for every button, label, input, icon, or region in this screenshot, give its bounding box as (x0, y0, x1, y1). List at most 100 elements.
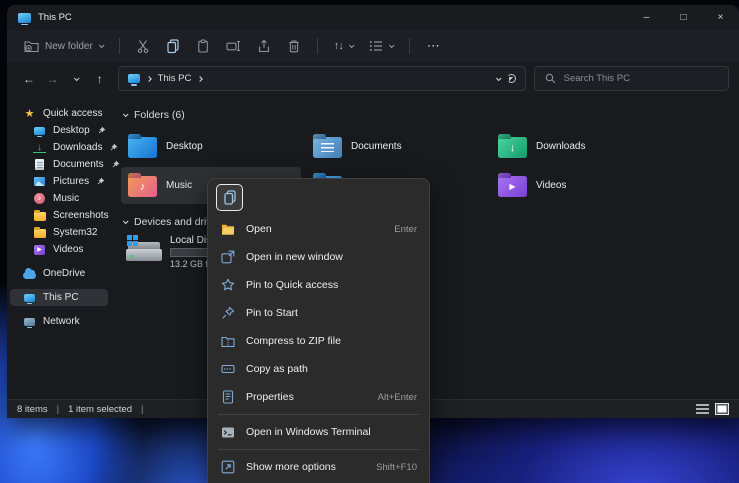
search-icon (545, 73, 556, 84)
sidebar-label: Network (43, 316, 80, 327)
download-icon: ↓ (33, 142, 46, 153)
menu-item-compress-to-zip[interactable]: Compress to ZIP file (208, 327, 429, 355)
up-button[interactable]: ↑ (88, 67, 112, 91)
toolbar-divider (409, 38, 410, 54)
sidebar-label: Screenshots (53, 210, 109, 221)
folder-desktop-icon (128, 137, 157, 158)
new-window-icon (220, 250, 235, 264)
recent-locations-button[interactable] (64, 67, 88, 91)
windows-logo-icon (127, 235, 138, 246)
paste-button[interactable] (189, 35, 217, 57)
folder-music-icon: ♪ (128, 176, 157, 197)
menu-shortcut: Shift+F10 (376, 462, 417, 473)
address-bar: ← → ↑ This PC Search This PC (7, 62, 739, 95)
sidebar-label: Documents (53, 159, 104, 170)
sidebar-item-screenshots[interactable]: Screenshots (10, 207, 108, 224)
copy-icon (223, 190, 237, 205)
this-pc-icon (128, 74, 140, 83)
copy-quick-button[interactable] (216, 184, 243, 211)
sort-icon: ↑↓ (334, 40, 343, 52)
pc-icon (23, 291, 36, 304)
sidebar-item-this-pc[interactable]: This PC (10, 289, 108, 306)
status-divider: | (57, 404, 59, 415)
refresh-icon[interactable] (507, 74, 516, 83)
command-bar: New folder ↑↓ ⋯ (7, 30, 739, 62)
see-more-button[interactable]: ⋯ (419, 38, 448, 54)
folder-videos-icon: ▶ (498, 176, 527, 197)
menu-item-pin-to-start[interactable]: Pin to Start (208, 299, 429, 327)
menu-label: Open (246, 223, 272, 235)
music-icon: ♪ (33, 192, 46, 205)
menu-shortcut: Alt+Enter (378, 392, 417, 403)
navigation-pane: ★ Quick access Desktop ↓ Downloads Docum… (7, 95, 111, 399)
copy-button[interactable] (159, 35, 187, 57)
section-title: Folders (6) (134, 109, 185, 121)
toolbar-divider (119, 38, 120, 54)
menu-separator (218, 449, 419, 450)
delete-button[interactable] (280, 35, 308, 57)
menu-item-show-more-options[interactable]: Show more options Shift+F10 (208, 453, 429, 481)
sort-button[interactable]: ↑↓ (327, 36, 360, 56)
pin-icon (97, 126, 106, 135)
share-button[interactable] (250, 35, 278, 57)
menu-item-properties[interactable]: Properties Alt+Enter (208, 383, 429, 411)
folders-section-header[interactable]: Folders (6) (121, 109, 739, 121)
sidebar-item-desktop[interactable]: Desktop (10, 122, 108, 139)
chevron-down-icon (389, 42, 395, 48)
view-switcher (696, 403, 729, 415)
folder-downloads-icon: ↓ (498, 137, 527, 158)
rename-icon (226, 39, 241, 53)
rename-button[interactable] (219, 35, 248, 57)
sidebar-item-onedrive[interactable]: OneDrive (10, 265, 108, 282)
address-box[interactable]: This PC (118, 66, 526, 91)
sidebar-label: Downloads (53, 142, 102, 153)
tile-documents[interactable]: Documents (306, 128, 486, 165)
new-folder-label: New folder (45, 41, 93, 52)
folder-documents-icon (313, 137, 342, 158)
chevron-down-icon (349, 42, 355, 48)
new-folder-button[interactable]: New folder (17, 35, 110, 57)
menu-item-open[interactable]: Open Enter (208, 215, 429, 243)
forward-button[interactable]: → (41, 67, 65, 91)
sidebar-item-videos[interactable]: ▶ Videos (10, 241, 108, 258)
paste-icon (196, 39, 210, 53)
status-divider: | (141, 404, 143, 415)
breadcrumb[interactable]: This PC (158, 73, 192, 84)
sidebar-item-system32[interactable]: System32 (10, 224, 108, 241)
sidebar-label: Videos (53, 244, 83, 255)
search-box[interactable]: Search This PC (534, 66, 729, 91)
maximize-button[interactable]: □ (665, 5, 702, 30)
sidebar-item-documents[interactable]: Documents (10, 156, 108, 173)
menu-item-copy-as-path[interactable]: Copy as path (208, 355, 429, 383)
minimize-button[interactable]: – (628, 5, 665, 30)
zip-icon (220, 335, 235, 348)
menu-item-open-in-new-window[interactable]: Open in new window (208, 243, 429, 271)
video-icon: ▶ (33, 243, 46, 256)
collapse-icon (123, 111, 129, 117)
sidebar-item-downloads[interactable]: ↓ Downloads (10, 139, 108, 156)
menu-label: Pin to Start (246, 307, 298, 319)
view-button[interactable] (362, 35, 400, 57)
sidebar-label: OneDrive (43, 268, 85, 279)
tile-videos[interactable]: ▶ Videos (491, 167, 671, 204)
close-button[interactable]: × (702, 5, 739, 30)
menu-label: Compress to ZIP file (246, 335, 341, 347)
desktop-screen: { "window": { "title": "This PC" }, "tit… (0, 0, 739, 483)
large-icons-view-icon[interactable] (715, 403, 729, 415)
trash-icon (287, 39, 301, 53)
menu-item-open-in-windows-terminal[interactable]: Open in Windows Terminal (208, 418, 429, 446)
tile-desktop[interactable]: Desktop (121, 128, 301, 165)
sidebar-label: Pictures (53, 176, 89, 187)
sidebar-item-network[interactable]: Network (10, 313, 108, 330)
sidebar-item-quick-access[interactable]: ★ Quick access (10, 105, 108, 122)
back-button[interactable]: ← (17, 67, 41, 91)
sidebar-label: Music (53, 193, 79, 204)
address-dropdown-icon[interactable] (496, 75, 502, 81)
menu-item-pin-to-quick-access[interactable]: Pin to Quick access (208, 271, 429, 299)
sidebar-item-music[interactable]: ♪ Music (10, 190, 108, 207)
cut-button[interactable] (129, 35, 157, 57)
breadcrumb-chevron-icon (146, 76, 152, 82)
sidebar-item-pictures[interactable]: Pictures (10, 173, 108, 190)
details-view-icon[interactable] (696, 404, 709, 415)
tile-downloads[interactable]: ↓ Downloads (491, 128, 671, 165)
